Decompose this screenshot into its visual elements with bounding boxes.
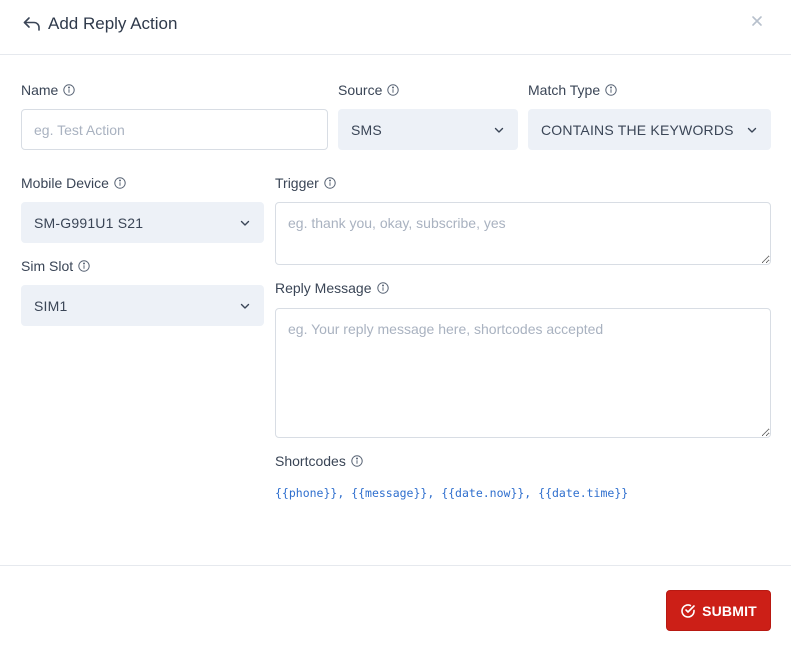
shortcode-separator: , [524,486,539,500]
info-icon [114,177,126,189]
mobile-device-select[interactable]: SM-G991U1 S21 [21,202,264,243]
match-type-select[interactable]: CONTAINS THE KEYWORDS [528,109,771,150]
shortcode-separator: , [427,486,442,500]
chevron-down-icon [240,220,250,226]
close-icon[interactable] [750,14,764,28]
shortcode-phone[interactable]: {{phone}} [275,486,337,500]
trigger-textarea[interactable] [275,202,771,265]
info-icon [63,84,76,96]
mobile-device-label: Mobile Device [21,174,126,192]
chevron-down-icon [240,303,250,309]
info-icon [605,84,617,96]
sim-slot-select[interactable]: SIM1 [21,285,264,326]
info-icon [351,455,363,467]
check-circle-icon [681,603,695,618]
trigger-label: Trigger [275,174,336,192]
info-icon [387,84,400,96]
sim-slot-label: Sim Slot [21,257,90,275]
info-icon [324,177,336,189]
shortcode-separator: , [337,486,352,500]
source-label: Source [338,81,400,99]
submit-button[interactable]: SUBMIT [666,590,771,631]
info-icon [376,282,389,294]
shortcode-message[interactable]: {{message}} [351,486,427,500]
modal-header: Add Reply Action [0,0,791,55]
source-select[interactable]: SMS [338,109,518,150]
shortcodes-label: Shortcodes [275,452,363,470]
footer-divider [0,565,791,566]
reply-message-textarea[interactable] [275,308,771,438]
match-type-label: Match Type [528,81,617,99]
submit-label: SUBMIT [702,602,757,619]
shortcode-date-time[interactable]: {{date.time}} [538,486,628,500]
reply-message-label: Reply Message [275,279,389,297]
name-label: Name [21,81,76,99]
shortcode-date-now[interactable]: {{date.now}} [441,486,524,500]
chevron-down-icon [494,127,504,133]
modal-title: Add Reply Action [48,14,178,33]
shortcodes-list: {{phone}}, {{message}}, {{date.now}}, {{… [275,486,628,500]
info-icon [78,260,90,272]
name-input[interactable] [21,109,328,150]
chevron-down-icon [747,127,757,133]
back-arrow-icon[interactable] [22,14,42,34]
